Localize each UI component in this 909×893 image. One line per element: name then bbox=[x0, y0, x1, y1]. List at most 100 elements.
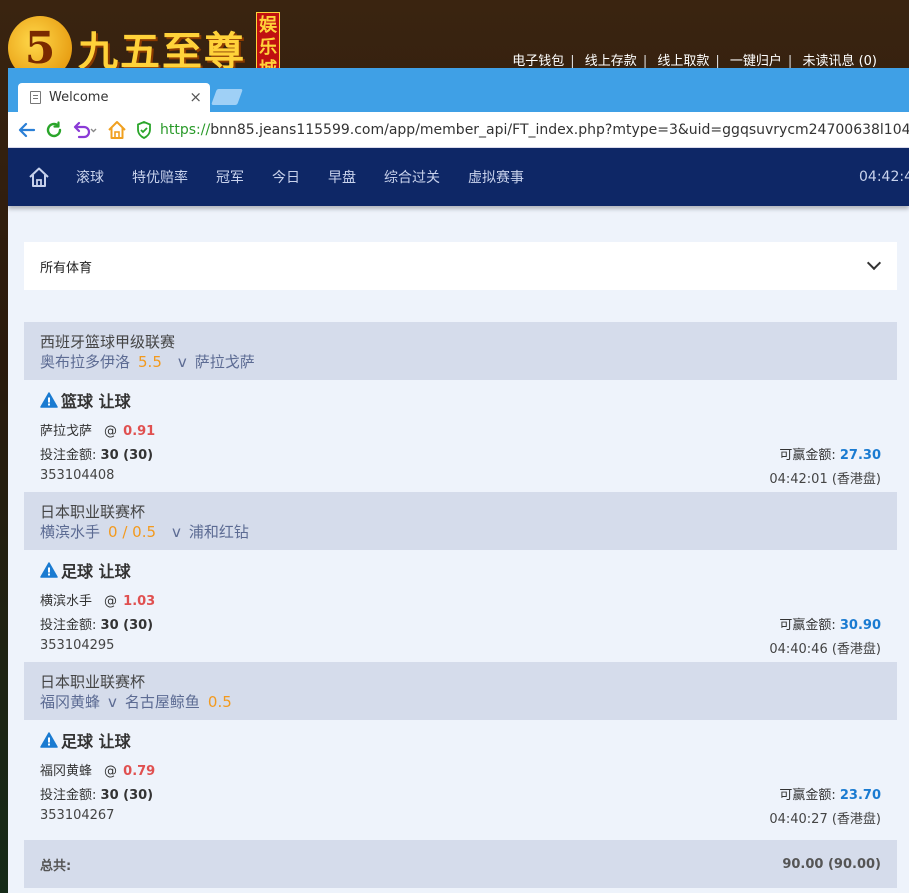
home-icon[interactable] bbox=[28, 166, 50, 188]
win-label: 可赢金额: bbox=[779, 448, 836, 463]
bet-amounts: 投注金额: 30 (30) 可赢金额: 23.70 bbox=[40, 784, 881, 803]
clock: 04:42:4 bbox=[859, 169, 909, 185]
league-name: 日本职业联赛杯 bbox=[40, 503, 146, 521]
bet-details: 篮球 让球 萨拉戈萨 @ 0.91 投注金额: 30 (30) 可赢金额: 27.… bbox=[24, 380, 897, 492]
home-team: 奥布拉多伊洛 bbox=[40, 353, 131, 371]
stake-label: 投注金额: bbox=[40, 618, 97, 633]
link-withdraw[interactable]: 线上取款 bbox=[657, 54, 709, 69]
bet-time: 04:40:27 (香港盘) bbox=[769, 812, 881, 827]
nav-early[interactable]: 早盘 bbox=[328, 167, 356, 187]
tab-bar: Welcome × bbox=[8, 68, 909, 112]
stake-value: 30 (30) bbox=[100, 618, 154, 633]
home-team: 福冈黄蜂 bbox=[40, 693, 101, 711]
bet-type-label: 足球 让球 bbox=[61, 562, 131, 581]
match-teams: 横滨水手 0 / 0.5 v 浦和红钻 bbox=[40, 522, 881, 542]
away-team: 名古屋鲸鱼 bbox=[124, 693, 200, 711]
link-one-click-transfer[interactable]: 一键归户 bbox=[730, 54, 782, 69]
site-top-links: 电子钱包 | 线上存款 | 线上取款 | 一键归户 | 未读讯息 (0) bbox=[512, 54, 877, 69]
bet-amounts: 投注金额: 30 (30) 可赢金额: 30.90 bbox=[40, 614, 881, 633]
match-teams: 奥布拉多伊洛 5.5 v 萨拉戈萨 bbox=[40, 352, 881, 372]
nav-special-odds[interactable]: 特优赔率 bbox=[132, 167, 188, 187]
bet-list: 西班牙篮球甲级联赛 奥布拉多伊洛 5.5 v 萨拉戈萨 篮球 让球 萨拉戈萨 @ 0.9… bbox=[24, 322, 897, 832]
ticket-id: 353104295 bbox=[40, 638, 115, 653]
ticket-id: 353104408 bbox=[40, 468, 115, 483]
link-e-wallet[interactable]: 电子钱包 bbox=[512, 54, 564, 69]
nav-today[interactable]: 今日 bbox=[272, 167, 300, 187]
at-symbol: @ bbox=[104, 424, 118, 439]
refresh-icon[interactable] bbox=[45, 119, 63, 141]
nav-parlay[interactable]: 综合过关 bbox=[384, 167, 440, 187]
away-team: 浦和红钻 bbox=[188, 523, 249, 541]
sport-filter-value: 所有体育 bbox=[40, 260, 93, 276]
bet-time: 04:42:01 (香港盘) bbox=[769, 472, 881, 487]
odds: 0.79 bbox=[123, 764, 156, 779]
home-team: 横滨水手 bbox=[40, 523, 101, 541]
bet-meta: 353104408 04:42:01 (香港盘) bbox=[40, 468, 881, 487]
document-icon bbox=[30, 91, 41, 104]
away-team: 萨拉戈萨 bbox=[194, 353, 255, 371]
total-row: 总共: 90.00 (90.00) bbox=[24, 840, 897, 888]
odds: 1.03 bbox=[123, 594, 156, 609]
link-unread-messages[interactable]: 未读讯息 (0) bbox=[802, 54, 877, 69]
stake-value: 30 (30) bbox=[100, 788, 154, 803]
stake-value: 30 (30) bbox=[100, 448, 154, 463]
close-icon[interactable]: × bbox=[189, 88, 202, 106]
league-header: 日本职业联赛杯 福冈黄蜂 v 名古屋鲸鱼 0.5 bbox=[24, 662, 897, 720]
bet-time: 04:40:46 (香港盘) bbox=[769, 642, 881, 657]
bet-type: 足球 让球 bbox=[40, 560, 881, 581]
win-value: 23.70 bbox=[839, 788, 881, 803]
win-label: 可赢金额: bbox=[779, 788, 836, 803]
pick-team: 横滨水手 bbox=[40, 594, 93, 609]
chevron-down-icon bbox=[866, 255, 882, 271]
bet-item: 日本职业联赛杯 福冈黄蜂 v 名古屋鲸鱼 0.5 足球 让球 福冈黄蜂 @ 0.79 投… bbox=[24, 662, 897, 832]
total-value: 90.00 (90.00) bbox=[782, 856, 881, 872]
address-bar: https://bnn85.jeans115599.com/app/member… bbox=[8, 112, 909, 148]
handicap: 5.5 bbox=[138, 353, 162, 371]
league-name: 西班牙篮球甲级联赛 bbox=[40, 333, 176, 351]
win-value: 30.90 bbox=[839, 618, 881, 633]
link-deposit[interactable]: 线上存款 bbox=[585, 54, 637, 69]
versus: v bbox=[172, 523, 181, 541]
bet-details: 足球 让球 横滨水手 @ 1.03 投注金额: 30 (30) 可赢金额: 30.… bbox=[24, 550, 897, 662]
bet-meta: 353104295 04:40:46 (香港盘) bbox=[40, 638, 881, 657]
nav-in-play[interactable]: 滚球 bbox=[76, 167, 104, 187]
url-field[interactable]: https://bnn85.jeans115599.com/app/member… bbox=[160, 122, 909, 138]
bet-type: 篮球 让球 bbox=[40, 390, 881, 411]
undo-icon[interactable] bbox=[72, 119, 98, 141]
new-tab-button[interactable] bbox=[211, 89, 243, 105]
bet-type-label: 篮球 让球 bbox=[61, 392, 131, 411]
stake-label: 投注金额: bbox=[40, 448, 97, 463]
stake-label: 投注金额: bbox=[40, 788, 97, 803]
browser-tab[interactable]: Welcome × bbox=[18, 83, 210, 112]
pick-team: 福冈黄蜂 bbox=[40, 764, 93, 779]
nav-outright[interactable]: 冠军 bbox=[216, 167, 244, 187]
ticket-id: 353104267 bbox=[40, 808, 115, 823]
league-header: 西班牙篮球甲级联赛 奥布拉多伊洛 5.5 v 萨拉戈萨 bbox=[24, 322, 897, 380]
app-nav-bar: 滚球 特优赔率 冠军 今日 早盘 综合过关 虚拟赛事 04:42:4 bbox=[8, 148, 909, 206]
back-icon[interactable] bbox=[18, 119, 36, 141]
home-icon[interactable] bbox=[107, 119, 127, 141]
bet-item: 日本职业联赛杯 横滨水手 0 / 0.5 v 浦和红钻 足球 让球 横滨水手 @ 1.0… bbox=[24, 492, 897, 662]
league-name: 日本职业联赛杯 bbox=[40, 673, 146, 691]
warning-icon bbox=[40, 732, 58, 748]
nav-virtual[interactable]: 虚拟赛事 bbox=[468, 167, 524, 187]
handicap-after: 0.5 bbox=[207, 693, 232, 711]
bet-type: 足球 让球 bbox=[40, 730, 881, 751]
bet-meta: 353104267 04:40:27 (香港盘) bbox=[40, 808, 881, 827]
handicap: 0 / 0.5 bbox=[108, 523, 157, 541]
win-label: 可赢金额: bbox=[779, 618, 836, 633]
bet-details: 足球 让球 福冈黄蜂 @ 0.79 投注金额: 30 (30) 可赢金额: 23.… bbox=[24, 720, 897, 832]
bet-pick: 福冈黄蜂 @ 0.79 bbox=[40, 760, 881, 779]
win-value: 27.30 bbox=[839, 448, 881, 463]
versus: v bbox=[177, 353, 187, 371]
odds: 0.91 bbox=[123, 424, 156, 439]
warning-icon bbox=[40, 392, 58, 408]
bet-pick: 萨拉戈萨 @ 0.91 bbox=[40, 420, 881, 439]
total-label: 总共: bbox=[40, 858, 72, 874]
bet-item: 西班牙篮球甲级联赛 奥布拉多伊洛 5.5 v 萨拉戈萨 篮球 让球 萨拉戈萨 @ 0.9… bbox=[24, 322, 897, 492]
league-header: 日本职业联赛杯 横滨水手 0 / 0.5 v 浦和红钻 bbox=[24, 492, 897, 550]
warning-icon bbox=[40, 562, 58, 578]
sport-filter-dropdown[interactable]: 所有体育 bbox=[24, 242, 897, 290]
versus: v bbox=[108, 693, 117, 711]
browser-window: Welcome × https://bnn85.jeans115599.com/… bbox=[8, 68, 909, 893]
